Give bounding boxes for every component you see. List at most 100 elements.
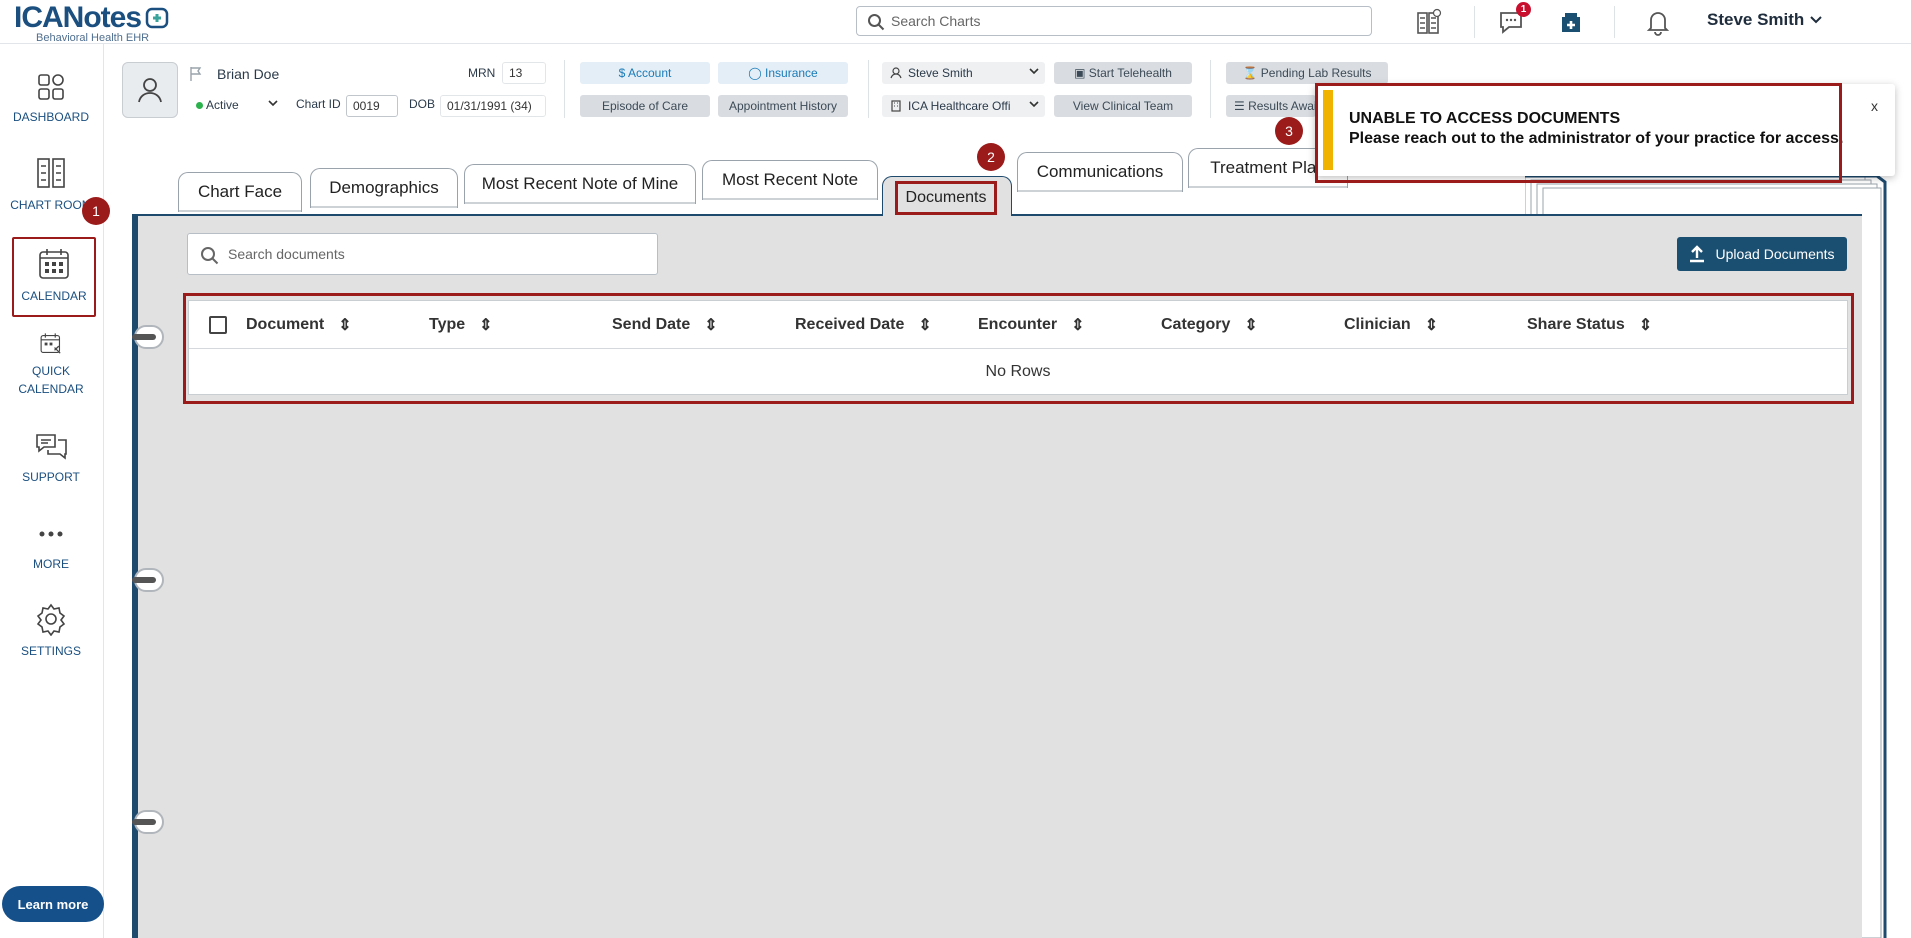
more-dots-icon xyxy=(39,531,63,537)
sidebar: DASHBOARD CHART ROOM CALENDAR QUICK CALE… xyxy=(0,44,104,938)
quick-calendar-icon xyxy=(40,333,61,354)
sort-icon: ⇕ xyxy=(1071,317,1085,334)
sort-icon: ⇕ xyxy=(338,317,352,334)
patient-avatar[interactable] xyxy=(122,62,178,118)
sidebar-item-dashboard[interactable]: DASHBOARD xyxy=(8,64,94,138)
column-received-date[interactable]: Received Date ⇕ xyxy=(795,315,932,335)
account-label: Account xyxy=(628,66,672,80)
dollar-icon: $ xyxy=(618,66,628,80)
gear-icon xyxy=(36,603,66,636)
sidebar-item-settings[interactable]: SETTINGS xyxy=(8,594,94,668)
sidebar-item-label: QUICK CALENDAR xyxy=(18,364,84,396)
calendar-icon xyxy=(39,249,69,279)
user-menu[interactable]: Steve Smith xyxy=(1707,10,1823,30)
tab-chart-face[interactable]: Chart Face xyxy=(178,172,302,212)
toast-highlight xyxy=(1315,83,1842,183)
document-search[interactable] xyxy=(187,233,658,275)
prescription-button[interactable] xyxy=(1555,6,1587,38)
sort-icon: ⇕ xyxy=(704,317,718,334)
user-icon xyxy=(890,67,902,79)
sidebar-item-support[interactable]: SUPPORT xyxy=(8,424,94,498)
flag-icon[interactable] xyxy=(189,66,203,82)
office-name: ICA Healthcare Offi xyxy=(908,99,1011,113)
column-label: Category xyxy=(1161,316,1231,333)
status-dot xyxy=(196,102,203,109)
column-category[interactable]: Category ⇕ xyxy=(1161,315,1258,335)
account-button[interactable]: $ Account xyxy=(580,62,710,84)
column-send-date[interactable]: Send Date ⇕ xyxy=(612,315,718,335)
episode-of-care-button[interactable]: Episode of Care xyxy=(580,95,710,117)
column-label: Share Status xyxy=(1527,316,1625,333)
sidebar-item-label: SETTINGS xyxy=(20,644,81,658)
office-select[interactable]: ICA Healthcare Offi xyxy=(882,95,1045,117)
column-label: Document xyxy=(246,316,325,333)
support-chat-icon xyxy=(36,434,67,460)
chevron-down-icon xyxy=(268,100,278,107)
toast-close-button[interactable]: x xyxy=(1871,98,1878,114)
insurance-button[interactable]: ◯ Insurance xyxy=(718,62,848,84)
list-icon: ☰ xyxy=(1234,99,1249,113)
search-icon xyxy=(868,14,885,31)
tab-demographics[interactable]: Demographics xyxy=(310,168,458,208)
column-clinician[interactable]: Clinician ⇕ xyxy=(1344,315,1438,335)
telehealth-label: Start Telehealth xyxy=(1088,66,1172,80)
top-bar: ICANotes Behavioral Health EHR 1 Steve xyxy=(0,0,1911,44)
upload-documents-label: Upload Documents xyxy=(1715,246,1835,262)
sidebar-item-quick-calendar[interactable]: QUICK CALENDAR xyxy=(8,324,94,398)
column-document[interactable]: Document ⇕ xyxy=(246,315,352,335)
clinician-select[interactable]: Steve Smith xyxy=(882,62,1045,84)
binder-ring xyxy=(132,568,164,592)
notifications-button[interactable] xyxy=(1642,6,1674,38)
learn-more-button[interactable]: Learn more xyxy=(2,886,104,922)
column-label: Encounter xyxy=(978,316,1058,333)
binder-ring xyxy=(132,325,164,349)
column-encounter[interactable]: Encounter ⇕ xyxy=(978,315,1085,335)
select-all-checkbox[interactable] xyxy=(209,316,227,334)
divider xyxy=(1614,6,1615,38)
clinician-name: Steve Smith xyxy=(908,66,973,80)
results-awaiting-button[interactable]: ☰ Results Await xyxy=(1226,95,1316,117)
results-await-label: Results Await xyxy=(1248,99,1316,113)
sidebar-item-more[interactable]: MORE xyxy=(8,511,94,585)
file-cabinet-add-button[interactable] xyxy=(1412,6,1444,38)
tab-most-recent-note-of-mine[interactable]: Most Recent Note of Mine xyxy=(464,164,696,204)
chart-search[interactable] xyxy=(856,6,1372,36)
message-count-badge: 1 xyxy=(1516,2,1531,17)
patient-name[interactable]: Brian Doe xyxy=(217,66,279,82)
sort-icon: ⇕ xyxy=(1244,317,1258,334)
insurance-label: Insurance xyxy=(765,66,818,80)
start-telehealth-button[interactable]: ▣ Start Telehealth xyxy=(1054,62,1192,84)
sidebar-item-label: MORE xyxy=(33,557,69,571)
column-type[interactable]: Type ⇕ xyxy=(429,315,493,335)
user-name: Steve Smith xyxy=(1707,10,1805,29)
divider xyxy=(1210,60,1211,118)
column-label: Received Date xyxy=(795,316,905,333)
sort-icon: ⇕ xyxy=(1638,317,1653,334)
column-label: Send Date xyxy=(612,316,691,333)
user-icon xyxy=(138,78,162,103)
patient-status-select[interactable]: Active xyxy=(188,94,284,116)
file-cabinet-icon xyxy=(37,158,65,188)
document-search-input[interactable] xyxy=(228,242,648,266)
mrn-label: MRN xyxy=(468,66,496,80)
appointment-history-button[interactable]: Appointment History xyxy=(718,95,848,117)
column-label: Clinician xyxy=(1344,316,1411,333)
tab-most-recent-note[interactable]: Most Recent Note xyxy=(702,160,878,200)
dob-label: DOB xyxy=(409,97,436,111)
view-clinical-team-button[interactable]: View Clinical Team xyxy=(1054,95,1192,117)
tab-documents-label: Documents xyxy=(895,181,997,215)
sidebar-item-label: SUPPORT xyxy=(22,470,80,484)
logo-subtitle: Behavioral Health EHR xyxy=(36,32,150,44)
dashboard-icon xyxy=(38,74,64,100)
app-logo[interactable]: ICANotes Behavioral Health EHR xyxy=(14,2,174,44)
upload-documents-button[interactable]: Upload Documents xyxy=(1677,237,1847,271)
patient-status: Active xyxy=(206,98,239,112)
chart-search-input[interactable] xyxy=(891,9,1361,33)
sidebar-item-calendar[interactable]: CALENDAR xyxy=(12,237,96,317)
tab-communications[interactable]: Communications xyxy=(1017,152,1183,192)
search-icon xyxy=(201,247,219,265)
pending-lab-results-button[interactable]: ⌛ Pending Lab Results xyxy=(1226,62,1388,84)
empty-table-message: No Rows xyxy=(985,363,1051,380)
tab-documents[interactable]: Documents xyxy=(882,176,1012,216)
column-share-status[interactable]: Share Status ⇕ xyxy=(1527,315,1652,335)
